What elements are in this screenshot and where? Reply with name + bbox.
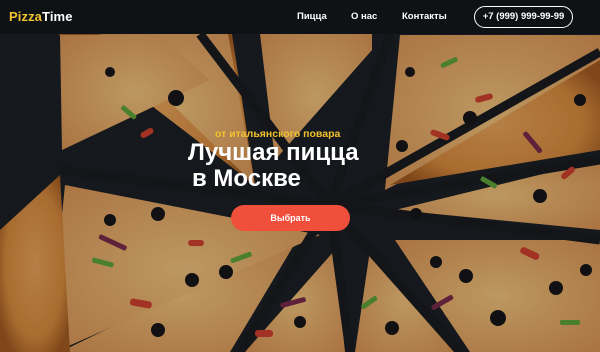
phone-button[interactable]: +7 (999) 999-99-99 [474,6,573,28]
hero-title: Лучшая пицца в Москве [188,140,428,192]
nav-link-contacts[interactable]: Контакты [402,11,447,23]
hero-title-line2: в Москве [192,165,301,192]
choose-button[interactable]: Выбрать [231,205,350,231]
site-header: PizzaTime Пицца О нас Контакты +7 (999) … [0,0,600,34]
nav-link-pizza[interactable]: Пицца [297,11,327,23]
hero-section: от итальянского повара Лучшая пицца в Мо… [0,0,600,352]
nav-link-about[interactable]: О нас [351,11,377,23]
hero-title-line1: Лучшая пицца [188,139,359,166]
